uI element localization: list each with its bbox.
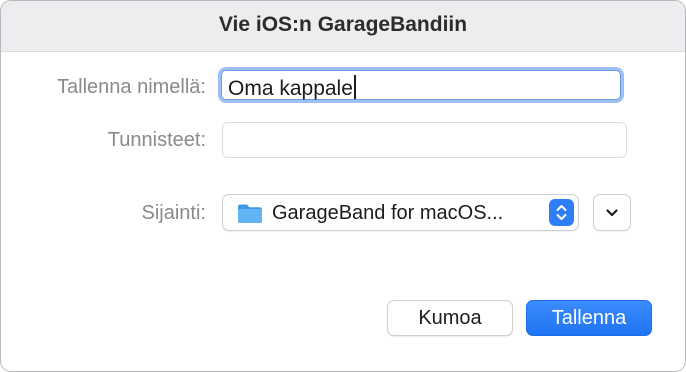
expand-dialog-button[interactable] — [593, 194, 631, 231]
export-dialog: Vie iOS:n GarageBandiin Tallenna nimellä… — [0, 0, 686, 372]
location-popup-button[interactable]: GarageBand for macOS... — [222, 194, 579, 231]
text-caret — [353, 75, 356, 99]
title-bar: Vie iOS:n GarageBandiin — [1, 1, 685, 52]
folder-icon — [238, 204, 262, 223]
chevron-down-icon — [606, 209, 618, 217]
save-as-value: Oma kappale — [228, 77, 353, 100]
tags-label: Tunnisteet: — [107, 129, 206, 151]
save-as-field[interactable]: Oma kappale — [218, 67, 624, 103]
location-label: Sijainti: — [141, 202, 206, 224]
save-as-input[interactable]: Oma kappale — [228, 75, 356, 101]
save-as-label: Tallenna nimellä: — [57, 76, 206, 98]
up-down-chevron-icon — [549, 199, 574, 226]
location-value: GarageBand for macOS... — [272, 202, 504, 224]
tags-field[interactable] — [222, 122, 627, 158]
cancel-button[interactable]: Kumoa — [387, 300, 513, 336]
save-button[interactable]: Tallenna — [526, 300, 652, 336]
dialog-title: Vie iOS:n GarageBandiin — [218, 13, 468, 36]
